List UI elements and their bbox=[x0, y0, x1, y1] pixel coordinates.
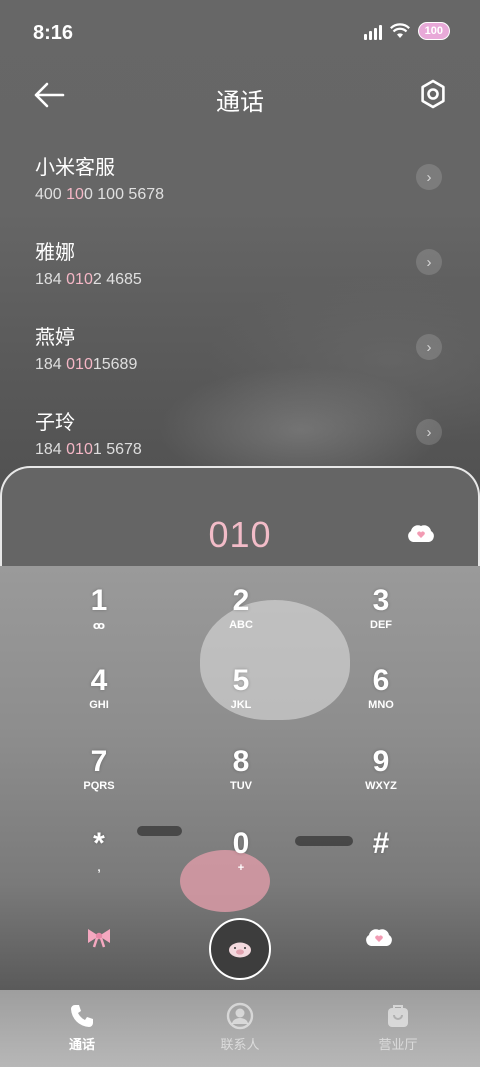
tab-label: 营业厅 bbox=[378, 1037, 418, 1052]
contact-item[interactable]: 小米客服 400 100 100 5678 › bbox=[0, 145, 480, 230]
key-hash[interactable]: # bbox=[326, 827, 436, 899]
contact-item[interactable]: 雅娜 184 0102 4685 › bbox=[0, 230, 480, 315]
key-4[interactable]: 4 GHI bbox=[44, 664, 154, 736]
tab-label: 联系人 bbox=[220, 1037, 260, 1052]
status-time: 8:16 bbox=[33, 22, 74, 44]
chevron-right-icon[interactable]: › bbox=[416, 334, 442, 360]
tab-label: 通话 bbox=[68, 1037, 95, 1052]
app-header: 通话 bbox=[0, 64, 480, 128]
phone-icon bbox=[71, 1005, 93, 1027]
key-5[interactable]: 5 JKL bbox=[186, 664, 296, 736]
cloud-heart-icon[interactable] bbox=[406, 522, 436, 546]
tab-contacts[interactable]: 联系人 bbox=[160, 990, 320, 1067]
bow-icon[interactable] bbox=[86, 926, 112, 948]
key-1[interactable]: 1ꝏ bbox=[44, 584, 154, 656]
key-0[interactable]: 0 + bbox=[186, 827, 296, 899]
key-3[interactable]: 3 DEF bbox=[326, 584, 436, 656]
key-star[interactable]: *, bbox=[44, 827, 154, 899]
contact-item[interactable]: 燕婷 184 01015689 › bbox=[0, 315, 480, 400]
key-7[interactable]: 7 PQRS bbox=[44, 745, 154, 817]
settings-icon[interactable] bbox=[418, 78, 448, 110]
chevron-right-icon[interactable]: › bbox=[416, 164, 442, 190]
pig-icon bbox=[229, 942, 251, 958]
tab-calls[interactable]: 通话 bbox=[2, 990, 162, 1067]
chevron-right-icon[interactable]: › bbox=[416, 249, 442, 275]
wifi-icon bbox=[389, 23, 410, 38]
contact-name: 雅娜 bbox=[35, 242, 75, 264]
store-icon bbox=[388, 1005, 408, 1027]
contact-number: 400 100 100 5678 bbox=[35, 186, 165, 203]
contact-number: 184 0102 4685 bbox=[35, 271, 142, 288]
call-button[interactable] bbox=[209, 918, 271, 980]
key-2[interactable]: 2 ABC bbox=[186, 584, 296, 656]
person-icon bbox=[226, 1002, 254, 1030]
cloud-heart-icon[interactable] bbox=[364, 926, 394, 950]
contact-number: 184 0101 5678 bbox=[35, 441, 142, 458]
contact-list: 小米客服 400 100 100 5678 › 雅娜 184 0102 4685… bbox=[0, 145, 480, 485]
tab-service-hall[interactable]: 营业厅 bbox=[318, 990, 478, 1067]
contact-name: 小米客服 bbox=[35, 157, 115, 179]
phone-screen: 8:16 100 通话 小米客服 400 100 100 5678 › 雅娜 1… bbox=[0, 0, 480, 1067]
bottom-tab-bar: 通话 联系人 营业厅 bbox=[0, 990, 480, 1067]
status-bar: 8:16 100 bbox=[0, 0, 480, 64]
chevron-right-icon[interactable]: › bbox=[416, 419, 442, 445]
battery-badge: 100 bbox=[417, 22, 450, 40]
key-8[interactable]: 8 TUV bbox=[186, 745, 296, 817]
key-6[interactable]: 6 MNO bbox=[326, 664, 436, 736]
status-icons: 100 bbox=[363, 22, 450, 40]
dial-action-row bbox=[0, 918, 480, 988]
contact-name: 燕婷 bbox=[35, 327, 75, 349]
signal-icon bbox=[363, 22, 382, 40]
page-title: 通话 bbox=[216, 89, 264, 116]
contact-number: 184 01015689 bbox=[35, 356, 138, 373]
contact-name: 子玲 bbox=[35, 412, 75, 434]
key-9[interactable]: 9 WXYZ bbox=[326, 745, 436, 817]
